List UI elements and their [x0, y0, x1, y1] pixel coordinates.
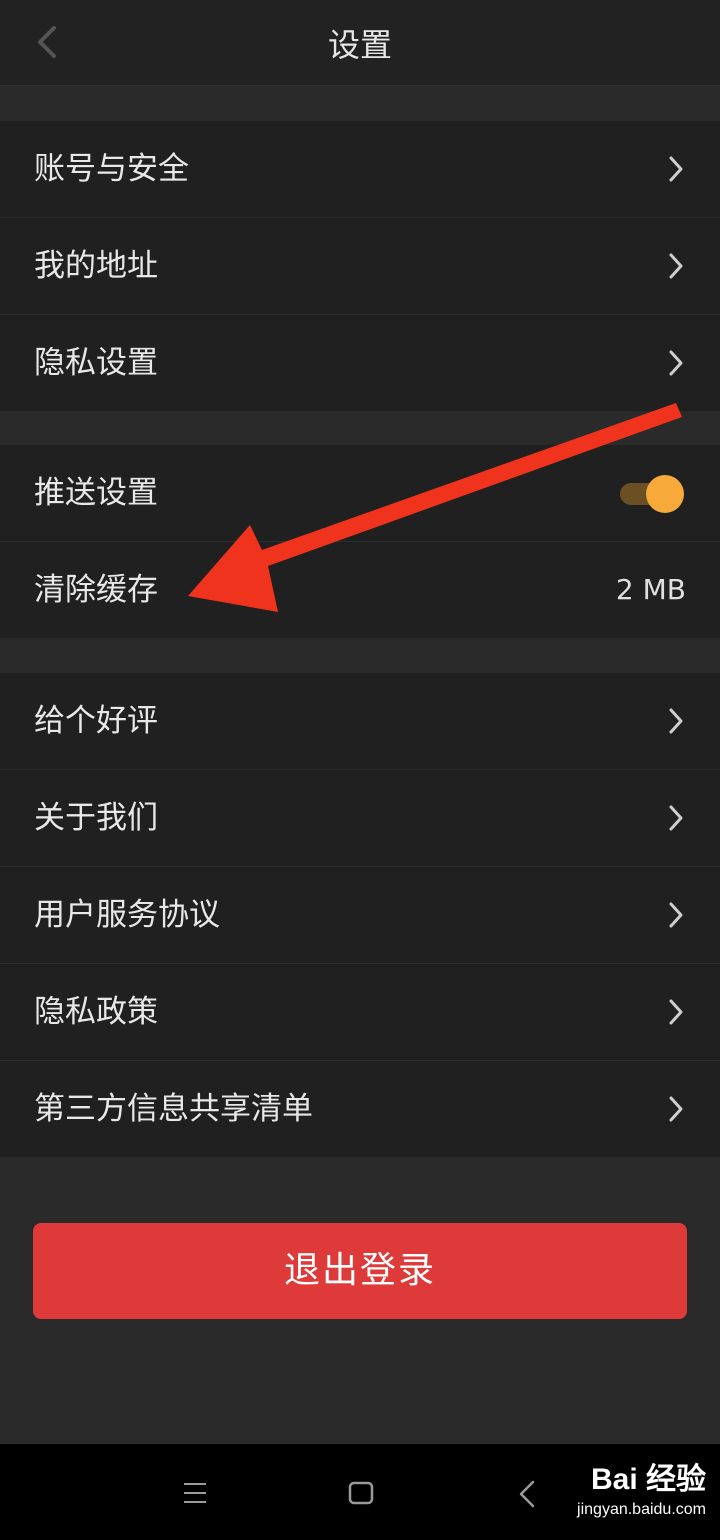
chevron-right-icon: [669, 902, 683, 928]
settings-row-about-us[interactable]: 关于我们: [0, 770, 720, 867]
settings-group-about: 给个好评 关于我们 用户服务协议 隐私政策 第三方信息共享清单: [0, 673, 720, 1157]
chevron-right-icon: [669, 1096, 683, 1122]
menu-icon[interactable]: [183, 1482, 207, 1504]
chevron-right-icon: [669, 805, 683, 831]
row-label: 隐私设置: [34, 345, 158, 381]
settings-row-rate-us[interactable]: 给个好评: [0, 673, 720, 770]
row-label: 用户服务协议: [34, 897, 220, 933]
settings-row-my-address[interactable]: 我的地址: [0, 218, 720, 315]
settings-group-app: 推送设置 清除缓存 2 MB: [0, 445, 720, 638]
home-square-icon[interactable]: [348, 1481, 374, 1505]
top-bar: 设置: [0, 0, 720, 86]
row-label: 账号与安全: [34, 151, 189, 187]
row-label: 给个好评: [34, 703, 158, 739]
chevron-right-icon: [669, 156, 683, 182]
settings-row-push-settings: 推送设置: [0, 445, 720, 542]
settings-group-account: 账号与安全 我的地址 隐私设置: [0, 121, 720, 411]
settings-row-privacy-policy[interactable]: 隐私政策: [0, 964, 720, 1061]
page-title: 设置: [327, 26, 392, 64]
settings-row-account-security[interactable]: 账号与安全: [0, 121, 720, 218]
cache-size-value: 2 MB: [615, 573, 686, 606]
toggle-knob: [646, 475, 684, 513]
chevron-right-icon: [669, 999, 683, 1025]
back-triangle-icon[interactable]: [518, 1480, 536, 1508]
row-label: 隐私政策: [34, 994, 158, 1030]
logout-button[interactable]: 退出登录: [33, 1223, 687, 1319]
chevron-right-icon: [669, 708, 683, 734]
baidu-jingyan-watermark: Bai 经验 jingyan.baidu.com: [536, 1460, 706, 1532]
row-label: 推送设置: [34, 475, 158, 511]
row-label: 我的地址: [34, 248, 158, 284]
row-label: 清除缓存: [34, 572, 158, 608]
watermark-url: jingyan.baidu.com: [577, 1501, 706, 1518]
settings-row-privacy-settings[interactable]: 隐私设置: [0, 315, 720, 411]
push-toggle[interactable]: [620, 475, 684, 513]
row-label: 关于我们: [34, 800, 158, 836]
settings-row-user-agreement[interactable]: 用户服务协议: [0, 867, 720, 964]
settings-row-third-party-list[interactable]: 第三方信息共享清单: [0, 1061, 720, 1157]
settings-row-clear-cache[interactable]: 清除缓存 2 MB: [0, 542, 720, 638]
watermark-brand: Bai 经验: [590, 1463, 706, 1496]
row-label: 第三方信息共享清单: [34, 1091, 313, 1127]
chevron-right-icon: [669, 350, 683, 376]
chevron-right-icon: [669, 253, 683, 279]
